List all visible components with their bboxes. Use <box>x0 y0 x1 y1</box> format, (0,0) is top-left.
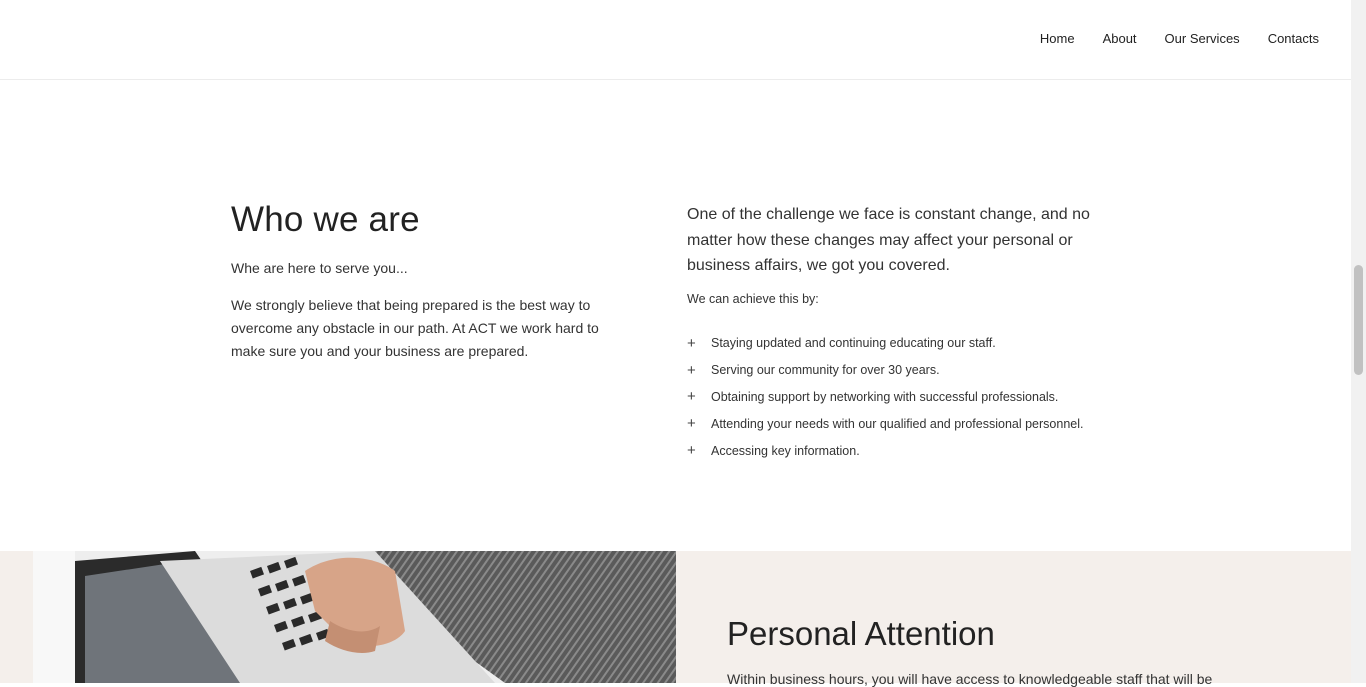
scrollbar-thumb[interactable] <box>1354 265 1363 375</box>
intro-paragraph: One of the challenge we face is constant… <box>687 206 1090 274</box>
laptop-photo <box>75 551 676 683</box>
who-we-are-heading: Who we are <box>231 200 420 239</box>
personal-attention-text: Within business hours, you will have acc… <box>727 671 1213 687</box>
who-we-are-subtitle: Whe are here to serve you... <box>231 260 408 276</box>
list-item-text: Obtaining support by networking with suc… <box>711 389 1059 404</box>
nav-about-link[interactable]: About <box>1103 31 1137 46</box>
list-item: + Serving our community for over 30 years… <box>687 357 1083 384</box>
plus-icon: + <box>687 415 696 433</box>
who-we-are-body: We strongly believe that being prepared … <box>231 297 599 359</box>
page-scrollbar[interactable] <box>1351 0 1366 683</box>
plus-icon: + <box>687 442 696 460</box>
list-item-text: Staying updated and continuing educating… <box>711 336 996 351</box>
nav-home-link[interactable]: Home <box>1040 31 1075 46</box>
achieve-lead: We can achieve this by: <box>687 292 819 306</box>
list-item-text: Serving our community for over 30 years. <box>711 363 940 378</box>
list-item: + Accessing key information. <box>687 437 1083 464</box>
plus-icon: + <box>687 334 696 352</box>
list-item-text: Accessing key information. <box>711 443 860 458</box>
plus-icon: + <box>687 361 696 379</box>
main-nav: Home About Our Services Contacts <box>1012 31 1319 46</box>
list-item: + Attending your needs with our qualified… <box>687 410 1083 437</box>
list-item: + Staying updated and continuing educatin… <box>687 330 1083 357</box>
achievements-list: + Staying updated and continuing educatin… <box>687 330 1083 464</box>
site-header: Home About Our Services Contacts <box>0 0 1351 80</box>
nav-contacts-link[interactable]: Contacts <box>1268 31 1319 46</box>
section-edge <box>33 551 75 683</box>
list-item-text: Attending your needs with our qualified … <box>711 416 1084 431</box>
nav-services-link[interactable]: Our Services <box>1165 31 1240 46</box>
personal-attention-section: Personal Attention Within business hours… <box>0 551 1351 687</box>
plus-icon: + <box>687 388 696 406</box>
laptop-illustration <box>75 551 676 683</box>
personal-attention-heading: Personal Attention <box>727 615 995 652</box>
list-item: + Obtaining support by networking with su… <box>687 384 1083 411</box>
